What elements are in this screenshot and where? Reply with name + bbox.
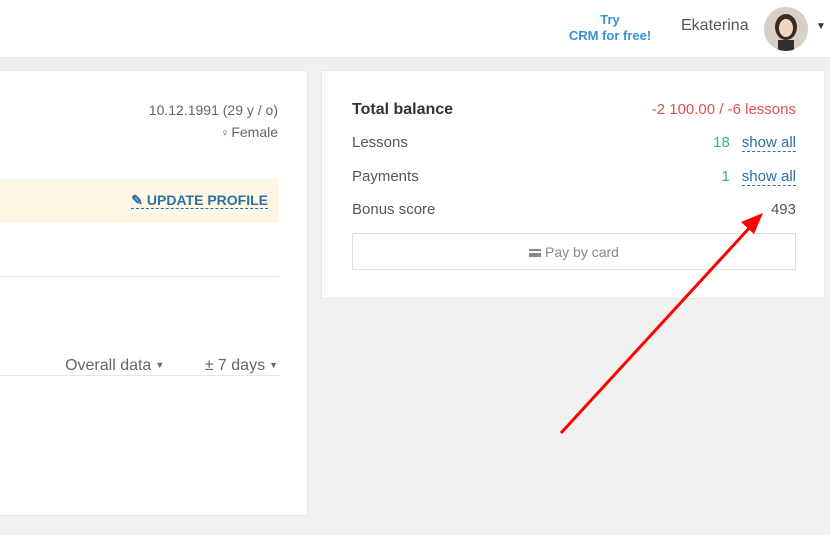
- payments-row: Payments 1 show all: [352, 168, 796, 190]
- payments-show-all-link[interactable]: show all: [741, 168, 796, 186]
- payments-count: 1: [721, 168, 730, 185]
- update-profile-label: UPDATE PROFILE: [146, 192, 268, 208]
- lessons-count: 18: [713, 134, 730, 151]
- try-crm-line1: Try: [600, 12, 620, 27]
- payments-label: Payments: [352, 168, 419, 185]
- balance-panel: Total balance -2 100.00 / -6 lessons Les…: [321, 70, 825, 299]
- days-range-label: ± 7 days: [204, 357, 266, 374]
- bonus-score-label: Bonus score: [352, 201, 436, 218]
- top-bar: Try CRM for free! Ekaterina ▼: [0, 0, 830, 58]
- total-balance-label: Total balance: [352, 101, 454, 118]
- birth-date: 10.12.1991 (29 y / o): [148, 102, 278, 118]
- overall-data-dropdown[interactable]: Overall data ▼: [47, 357, 164, 374]
- lessons-value: 18 show all: [713, 134, 796, 152]
- try-crm-link[interactable]: Try CRM for free!: [560, 12, 660, 44]
- pay-by-card-button[interactable]: Pay by card: [352, 233, 796, 270]
- lessons-row: Lessons 18 show all: [352, 134, 796, 156]
- update-profile-bar: ✎ UPDATE PROFILE: [0, 179, 279, 223]
- try-crm-line2: CRM for free!: [568, 28, 652, 43]
- divider: [0, 276, 279, 277]
- gender-female-icon: ♀: [220, 126, 230, 140]
- overall-data-label: Overall data: [65, 357, 152, 374]
- days-range-dropdown[interactable]: ± 7 days ▼: [187, 357, 278, 374]
- gender: ♀ Female: [220, 124, 278, 140]
- avatar-image: [764, 7, 808, 51]
- stats-filters: Overall data ▼ ± 7 days ▼: [29, 357, 278, 375]
- lessons-label: Lessons: [352, 134, 408, 151]
- bonus-score-value: 493: [770, 201, 796, 218]
- user-name[interactable]: Ekaterina: [681, 17, 749, 35]
- gender-label: Female: [231, 124, 278, 140]
- total-balance-value: -2 100.00 / -6 lessons: [651, 101, 796, 118]
- credit-card-icon: [529, 249, 542, 257]
- pay-by-card-label: Pay by card: [545, 244, 619, 260]
- user-menu-caret-icon[interactable]: ▼: [816, 21, 826, 32]
- caret-down-icon: ▼: [155, 360, 165, 370]
- avatar[interactable]: [764, 7, 808, 51]
- caret-down-icon: ▼: [269, 360, 278, 370]
- profile-panel: 10.12.1991 (29 y / o) ♀ Female ✎ UPDATE P…: [0, 70, 308, 516]
- lessons-show-all-link[interactable]: show all: [741, 134, 796, 152]
- divider: [0, 375, 279, 376]
- pencil-icon: ✎: [131, 192, 144, 208]
- payments-value: 1 show all: [721, 168, 796, 186]
- update-profile-button[interactable]: ✎ UPDATE PROFILE: [131, 192, 268, 209]
- total-balance-row: Total balance -2 100.00 / -6 lessons: [352, 101, 796, 123]
- bonus-score-row: Bonus score 493: [352, 201, 796, 223]
